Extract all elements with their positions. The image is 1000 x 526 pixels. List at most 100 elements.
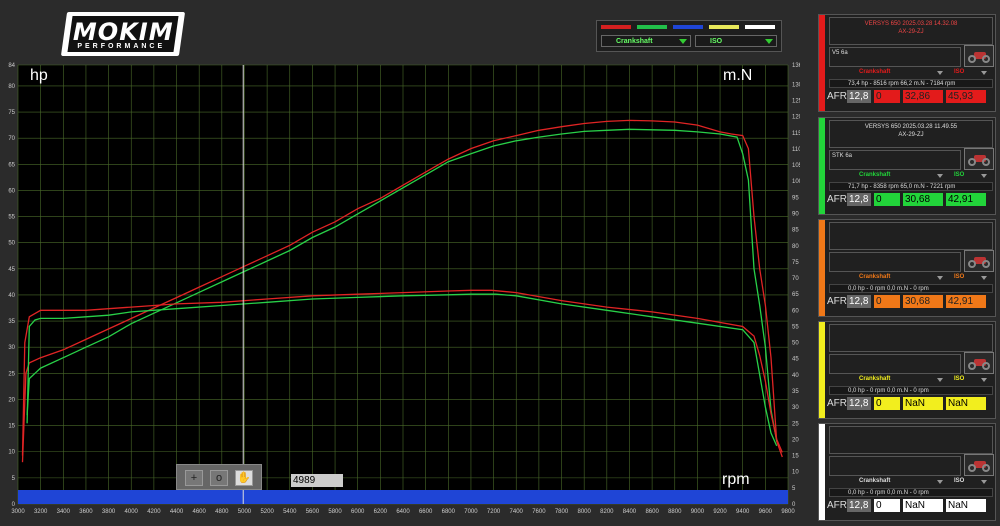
chevron-down-icon <box>981 276 987 280</box>
iso-select[interactable]: ISO <box>695 35 777 47</box>
run-value-2: NaN <box>903 499 943 512</box>
hp-tick-label: 50 <box>8 241 15 247</box>
run-note[interactable] <box>829 252 961 272</box>
run-title: VERSYS 650 2025.03.28 14.32.08 <box>864 21 958 27</box>
run-note[interactable] <box>829 456 961 476</box>
run-crankshaft-select[interactable]: Crankshaft <box>859 274 890 280</box>
run-iso-select[interactable]: ISO <box>954 376 964 382</box>
afr-value: 12,8 <box>847 397 871 410</box>
run-iso-select[interactable]: ISO <box>954 172 964 178</box>
x-tick-label: 8200 <box>600 509 614 515</box>
run-panel[interactable]: Crankshaft ISO 0,0 hp - 0 rpm 0,0 m.N - … <box>818 321 996 419</box>
x-tick-label: 7000 <box>464 509 478 515</box>
torque-tick-label: 20 <box>792 437 799 443</box>
run-iso-select[interactable]: ISO <box>954 274 964 280</box>
torque-tick-label: 25 <box>792 421 799 427</box>
torque-tick-label: 95 <box>792 195 799 201</box>
hp-tick-label: 80 <box>8 84 15 90</box>
chevron-down-icon <box>937 174 943 178</box>
x-tick-label: 7600 <box>532 509 546 515</box>
chevron-down-icon <box>981 378 987 382</box>
run-header <box>829 324 993 352</box>
x-tick-label: 4600 <box>192 509 206 515</box>
torque-tick-label: 70 <box>792 276 799 282</box>
run-note[interactable]: STK 6a <box>829 150 961 170</box>
run-value-2: 30,68 <box>903 193 943 206</box>
run-value-3: 42,91 <box>946 295 986 308</box>
torque-tick-label: 30 <box>792 405 799 411</box>
run-panel[interactable]: VERSYS 650 2025.03.28 14.32.08 AX-29-ZJ … <box>818 14 996 112</box>
motorcycle-icon[interactable] <box>964 45 994 67</box>
run-note[interactable]: V5 6a <box>829 47 961 67</box>
x-tick-label: 5600 <box>306 509 320 515</box>
crankshaft-select[interactable]: Crankshaft <box>601 35 691 47</box>
motorcycle-icon[interactable] <box>964 352 994 374</box>
run-header <box>829 222 993 250</box>
run-header: VERSYS 650 2025.03.28 11.49.55 AX-29-ZJ <box>829 120 993 148</box>
hp-tick-label: 65 <box>8 162 15 168</box>
run-crankshaft-select[interactable]: Crankshaft <box>859 478 890 484</box>
run-panel[interactable]: Crankshaft ISO 0,0 hp - 0 rpm 0,0 m.N - … <box>818 219 996 317</box>
run-crankshaft-select[interactable]: Crankshaft <box>859 172 890 178</box>
crankshaft-select-label: Crankshaft <box>616 38 653 45</box>
torque-tick-label: 130 <box>792 82 800 88</box>
chevron-down-icon <box>981 480 987 484</box>
hp-tick-label: 15 <box>8 424 15 430</box>
hp-tick-label: 10 <box>8 450 15 456</box>
run-panel[interactable]: Crankshaft ISO 0,0 hp - 0 rpm 0,0 m.N - … <box>818 423 996 521</box>
hp-tick-label: 35 <box>8 319 15 325</box>
run-value-2: 30,68 <box>903 295 943 308</box>
run-peak-info: 71,7 hp - 8358 rpm 65,0 m.N - 7221 rpm <box>829 182 993 191</box>
run-iso-select[interactable]: ISO <box>954 69 964 75</box>
run-value-1: 0 <box>874 295 900 308</box>
hp-tick-label: 30 <box>8 345 15 351</box>
x-tick-label: 4800 <box>215 509 229 515</box>
x-tick-label: 8600 <box>645 509 659 515</box>
run-peak-info: 73,4 hp - 8516 rpm 66,2 m.N - 7184 rpm <box>829 79 993 88</box>
run-color-stripe <box>819 15 825 111</box>
zoom-reset-button[interactable]: o <box>210 470 228 486</box>
motorcycle-icon[interactable] <box>964 250 994 272</box>
hp-axis-unit: hp <box>30 67 48 84</box>
pan-hand-icon[interactable]: ✋ <box>235 470 253 486</box>
hp-tick-label: 25 <box>8 371 15 377</box>
hp-tick-label: 40 <box>8 293 15 299</box>
run-iso-select[interactable]: ISO <box>954 478 964 484</box>
chevron-down-icon <box>765 39 773 44</box>
run-panel[interactable]: VERSYS 650 2025.03.28 11.49.55 AX-29-ZJ … <box>818 117 996 215</box>
x-tick-label: 5400 <box>283 509 297 515</box>
torque-tick-label: 125 <box>792 99 800 105</box>
legend-swatch-red <box>601 25 631 29</box>
motorcycle-icon[interactable] <box>964 454 994 476</box>
afr-value: 12,8 <box>847 499 871 512</box>
torque-tick-label: 15 <box>792 454 799 460</box>
run-crankshaft-select[interactable]: Crankshaft <box>859 69 890 75</box>
run-color-stripe <box>819 424 825 520</box>
hp-tick-label: 5 <box>12 476 16 482</box>
run-note[interactable] <box>829 354 961 374</box>
x-tick-label: 3800 <box>102 509 116 515</box>
x-tick-label: 3200 <box>34 509 48 515</box>
torque-tick-label: 80 <box>792 244 799 250</box>
torque-tick-label: 10 <box>792 470 799 476</box>
motorcycle-icon[interactable] <box>964 148 994 170</box>
run-value-3: NaN <box>946 397 986 410</box>
x-tick-label: 6400 <box>396 509 410 515</box>
chevron-down-icon <box>981 174 987 178</box>
logo-subtext: PERFORMANCE <box>77 43 166 50</box>
run-peak-info: 0,0 hp - 0 rpm 0,0 m.N - 0 rpm <box>829 284 993 293</box>
x-tick-label: 9200 <box>713 509 727 515</box>
run-crankshaft-select[interactable]: Crankshaft <box>859 376 890 382</box>
run-subtitle: AX-29-ZJ <box>898 29 924 35</box>
x-tick-label: 5200 <box>260 509 274 515</box>
run-selectors: Crankshaft ISO <box>829 69 993 78</box>
afr-label: AFR <box>827 194 847 205</box>
zoom-in-button[interactable]: + <box>185 470 203 486</box>
dyno-chart[interactable]: 3000 3200 3400 3600 3800 4000 4200 4400 4600 4800… <box>0 56 800 516</box>
legend-swatch-white <box>745 25 775 29</box>
x-tick-label: 3000 <box>11 509 25 515</box>
torque-tick-label: 65 <box>792 292 799 298</box>
x-tick-label: 6600 <box>419 509 433 515</box>
rpm-axis-unit: rpm <box>722 471 750 488</box>
torque-tick-label: 120 <box>792 115 800 121</box>
